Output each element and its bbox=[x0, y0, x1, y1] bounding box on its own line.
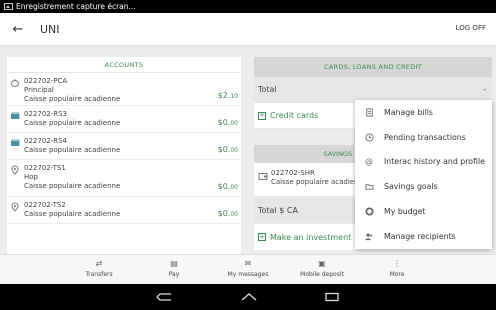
account-number: 022702-TS2 bbox=[24, 201, 66, 209]
envelope-icon: ✉ bbox=[244, 259, 252, 268]
menu-item-label: Interac history and profile bbox=[384, 157, 485, 167]
money-bills-icon bbox=[11, 139, 20, 146]
nav-my-messages[interactable]: ✉ My messages bbox=[218, 259, 278, 278]
menu-item-savings-goals[interactable]: Savings goals bbox=[355, 174, 492, 199]
account-balance: $0.00 bbox=[217, 118, 238, 127]
money-bills-icon bbox=[11, 112, 20, 119]
account-institution: Caisse populaire acadienne bbox=[24, 95, 121, 103]
back-nav-icon[interactable] bbox=[153, 291, 175, 303]
nav-label: My messages bbox=[227, 271, 269, 278]
menu-item-label: My budget bbox=[384, 207, 426, 217]
menu-item-pending-transactions[interactable]: Pending transactions bbox=[355, 125, 492, 150]
people-icon bbox=[364, 231, 374, 241]
account-number: 022702-TS1 bbox=[24, 164, 66, 172]
account-balance: $0.00 bbox=[217, 209, 238, 218]
status-notification: Enregistrement capture écran... bbox=[16, 2, 136, 11]
menu-item-label: Savings goals bbox=[384, 182, 438, 192]
log-off-button[interactable]: LOG OFF bbox=[456, 24, 486, 32]
at-sign-icon: @ bbox=[365, 157, 373, 167]
system-navigation-bar bbox=[0, 284, 496, 310]
account-balance: $0.00 bbox=[217, 145, 238, 154]
nav-label: Mobile deposit bbox=[300, 271, 344, 278]
bottom-navigation: ⇄ Transfers ▤ Pay ✉ My messages ▣ Mobile… bbox=[0, 254, 496, 284]
plus-icon: + bbox=[258, 111, 266, 120]
cards-total-label: Total bbox=[258, 85, 277, 94]
nav-label: Pay bbox=[168, 271, 180, 278]
account-row[interactable]: 022702-TS1 Hop Caisse populaire acadienn… bbox=[7, 160, 241, 197]
donut-chart-icon bbox=[364, 207, 374, 217]
account-balance: $0.00 bbox=[217, 182, 238, 191]
account-name: Hop bbox=[24, 173, 38, 181]
account-row[interactable]: 022702-RS4 Caisse populaire acadienne $0… bbox=[7, 133, 241, 160]
back-arrow-icon[interactable]: ← bbox=[11, 22, 25, 37]
cards-header: CARDS, LOANS AND CREDIT bbox=[254, 57, 492, 77]
clock-icon bbox=[364, 132, 374, 142]
nav-more[interactable]: ⋮ More bbox=[367, 259, 427, 278]
account-institution: Caisse populaire acadienne bbox=[24, 210, 121, 218]
image-icon bbox=[4, 3, 13, 10]
nav-label: More bbox=[389, 271, 405, 278]
account-name: Principal bbox=[24, 86, 54, 94]
nav-pay[interactable]: ▤ Pay bbox=[144, 259, 204, 278]
account-number: 022702-PCA bbox=[24, 77, 68, 85]
savings-header: SAVINGS bbox=[254, 145, 354, 163]
home-nav-icon[interactable] bbox=[238, 291, 260, 303]
main-content: ACCOUNTS 022702-PCA Principal Caisse pop… bbox=[0, 46, 496, 254]
credit-cards-label: Credit cards bbox=[270, 111, 319, 120]
account-row[interactable]: 022702-RS3 Caisse populaire acadienne $0… bbox=[7, 106, 241, 133]
make-investment-label: Make an investment bbox=[270, 232, 352, 242]
menu-item-label: Manage recipients bbox=[384, 231, 456, 241]
folder-icon bbox=[364, 182, 374, 192]
savings-total-label: Total $ CA bbox=[258, 206, 298, 215]
wallet-icon bbox=[258, 173, 268, 180]
location-pin-icon bbox=[11, 165, 19, 175]
menu-item-my-budget[interactable]: My budget bbox=[355, 199, 492, 224]
account-row[interactable]: 022702-PCA Principal Caisse populaire ac… bbox=[7, 73, 241, 106]
overflow-menu: Manage bills Pending transactions @ Inte… bbox=[355, 100, 492, 249]
nav-label: Transfers bbox=[85, 271, 113, 278]
app-bar: ← UNI LOG OFF bbox=[0, 13, 496, 46]
menu-item-label: Pending transactions bbox=[384, 132, 466, 142]
invoice-icon: ▤ bbox=[170, 259, 178, 268]
account-balance: $2.10 bbox=[217, 91, 238, 100]
cards-total-value: - bbox=[483, 85, 486, 94]
menu-item-manage-recipients[interactable]: Manage recipients bbox=[355, 224, 492, 249]
accounts-header: ACCOUNTS bbox=[7, 57, 241, 73]
menu-item-interac-history[interactable]: @ Interac history and profile bbox=[355, 150, 492, 175]
account-number: 022702-RS3 bbox=[24, 110, 68, 118]
transfer-icon: ⇄ bbox=[95, 259, 103, 268]
account-institution: Caisse populaire acadienne bbox=[24, 182, 121, 190]
nav-mobile-deposit[interactable]: ▣ Mobile deposit bbox=[292, 259, 352, 278]
plus-icon: + bbox=[258, 232, 266, 241]
account-row[interactable]: 022702-TS2 Caisse populaire acadienne $0… bbox=[7, 197, 241, 224]
account-institution: Caisse populaire acadienne bbox=[24, 119, 121, 127]
bills-icon bbox=[364, 107, 374, 117]
page-title: UNI bbox=[40, 22, 60, 36]
more-vertical-icon: ⋮ bbox=[393, 259, 401, 268]
menu-item-manage-bills[interactable]: Manage bills bbox=[355, 100, 492, 125]
location-pin-icon bbox=[11, 202, 19, 212]
cheque-icon: ▣ bbox=[318, 259, 326, 268]
recent-apps-nav-icon[interactable] bbox=[321, 291, 343, 303]
account-number: 022702-RS4 bbox=[24, 137, 68, 145]
account-institution: Caisse populaire acadienne bbox=[24, 146, 121, 154]
status-bar: Enregistrement capture écran... bbox=[0, 0, 496, 13]
menu-item-label: Manage bills bbox=[384, 107, 433, 117]
nav-transfers[interactable]: ⇄ Transfers bbox=[69, 259, 129, 278]
piggy-bank-icon bbox=[11, 79, 19, 87]
accounts-panel: ACCOUNTS 022702-PCA Principal Caisse pop… bbox=[7, 57, 241, 254]
